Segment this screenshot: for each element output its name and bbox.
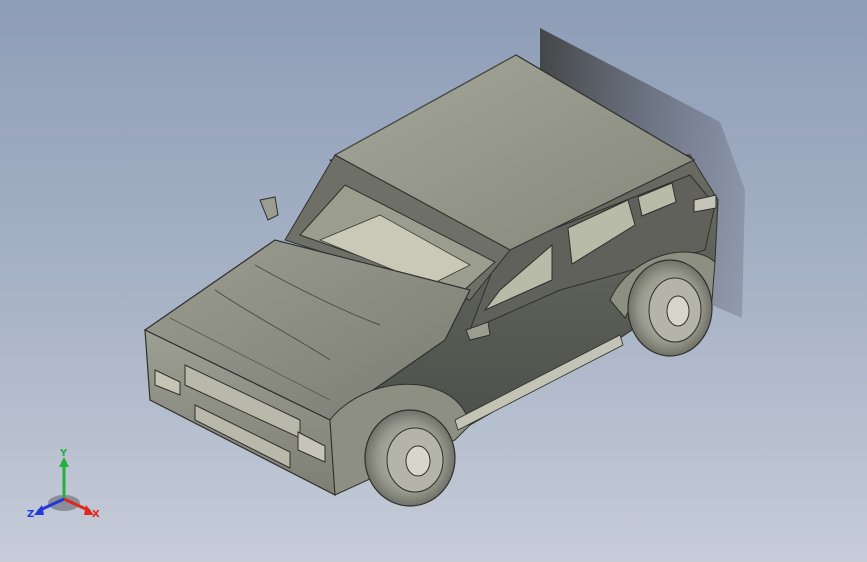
y-axis-label: Y	[59, 448, 68, 459]
rear-wheel	[627, 259, 713, 357]
left-mirror	[259, 196, 279, 221]
car-model[interactable]	[0, 0, 867, 562]
coordinate-triad: Y X Z	[27, 448, 100, 520]
front-wheel	[364, 409, 456, 507]
z-axis-label: Z	[27, 509, 34, 520]
x-axis-label: X	[92, 509, 100, 520]
cad-graphics-viewport[interactable]: Y X Z	[0, 0, 867, 562]
